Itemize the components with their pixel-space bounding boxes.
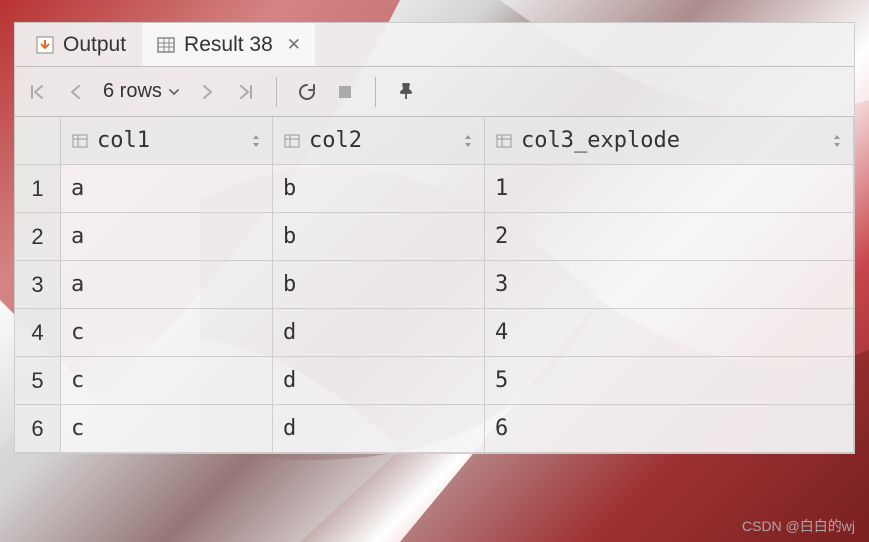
column-icon — [495, 132, 513, 150]
sort-icon[interactable] — [831, 133, 843, 149]
cell[interactable]: c — [61, 309, 273, 357]
results-panel: Output Result 38 ✕ 6 rows — [14, 22, 855, 454]
close-icon[interactable]: ✕ — [287, 35, 301, 55]
divider — [276, 77, 277, 107]
cell[interactable]: 3 — [485, 261, 854, 309]
cell[interactable]: 5 — [485, 357, 854, 405]
cell[interactable]: 1 — [485, 165, 854, 213]
cell[interactable]: d — [273, 405, 485, 453]
tab-output[interactable]: Output — [21, 23, 140, 66]
tab-output-label: Output — [63, 33, 126, 57]
row-header[interactable]: 6 — [15, 405, 61, 453]
cell[interactable]: a — [61, 261, 273, 309]
column-label: col3_explode — [521, 128, 680, 153]
sort-icon[interactable] — [462, 133, 474, 149]
cell[interactable]: c — [61, 357, 273, 405]
last-page-button[interactable] — [232, 78, 260, 106]
tab-bar: Output Result 38 ✕ — [15, 23, 854, 67]
cell[interactable]: 2 — [485, 213, 854, 261]
column-header-col1[interactable]: col1 — [61, 117, 273, 165]
table-icon — [156, 35, 176, 55]
toolbar: 6 rows — [15, 67, 854, 117]
rows-picker[interactable]: 6 rows — [99, 80, 184, 103]
refresh-button[interactable] — [293, 78, 321, 106]
column-label: col2 — [309, 128, 362, 153]
first-page-button[interactable] — [23, 78, 51, 106]
row-header[interactable]: 1 — [15, 165, 61, 213]
next-page-button[interactable] — [194, 78, 222, 106]
row-header[interactable]: 5 — [15, 357, 61, 405]
sort-icon[interactable] — [250, 133, 262, 149]
cell[interactable]: b — [273, 213, 485, 261]
cell[interactable]: b — [273, 165, 485, 213]
cell[interactable]: 6 — [485, 405, 854, 453]
row-header[interactable]: 4 — [15, 309, 61, 357]
divider — [375, 77, 376, 107]
cell[interactable]: d — [273, 309, 485, 357]
row-header[interactable]: 3 — [15, 261, 61, 309]
cell[interactable]: d — [273, 357, 485, 405]
stop-button[interactable] — [331, 78, 359, 106]
row-header[interactable]: 2 — [15, 213, 61, 261]
data-grid: col1 col2 col3_explode 1 a b 1 2 a b 2 3… — [15, 117, 854, 453]
pin-button[interactable] — [392, 78, 420, 106]
column-icon — [283, 132, 301, 150]
column-header-col2[interactable]: col2 — [273, 117, 485, 165]
watermark: CSDN @白白的wj — [742, 516, 855, 536]
grid-corner — [15, 117, 61, 165]
column-icon — [71, 132, 89, 150]
rows-label: 6 rows — [103, 80, 162, 103]
output-icon — [35, 35, 55, 55]
prev-page-button[interactable] — [61, 78, 89, 106]
cell[interactable]: 4 — [485, 309, 854, 357]
column-label: col1 — [97, 128, 150, 153]
cell[interactable]: a — [61, 213, 273, 261]
cell[interactable]: c — [61, 405, 273, 453]
cell[interactable]: a — [61, 165, 273, 213]
chevron-down-icon — [168, 86, 180, 98]
cell[interactable]: b — [273, 261, 485, 309]
tab-result-label: Result 38 — [184, 33, 273, 57]
tab-result[interactable]: Result 38 ✕ — [142, 23, 315, 66]
column-header-col3[interactable]: col3_explode — [485, 117, 854, 165]
